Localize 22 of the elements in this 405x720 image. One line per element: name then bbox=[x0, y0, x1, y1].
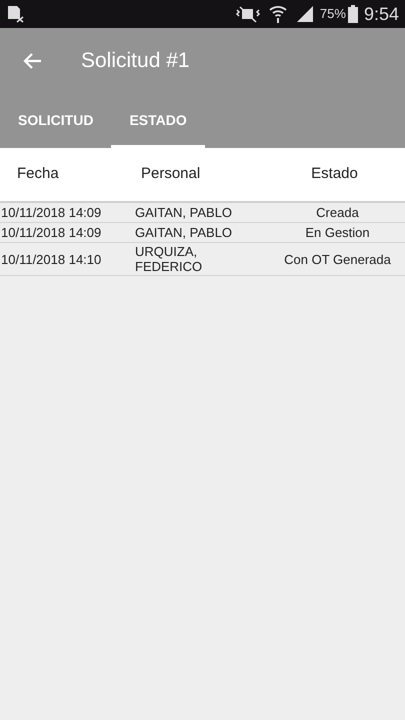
table-cell: En Gestion bbox=[305, 225, 370, 240]
battery-icon bbox=[348, 5, 358, 23]
table-cell-text: URQUIZA, FEDERICO bbox=[135, 244, 204, 274]
battery-percent: 75% bbox=[320, 5, 346, 24]
table-cell: Con OT Generada bbox=[284, 252, 391, 266]
clock: 9:54 bbox=[364, 2, 399, 26]
table-cell: 10/11/2018 14:10 bbox=[1, 252, 102, 266]
table-cell: 10/11/2018 14:09 bbox=[1, 225, 102, 240]
column-header: Estado bbox=[311, 165, 358, 182]
vibrate-mute-icon bbox=[234, 5, 262, 23]
wifi-icon bbox=[268, 4, 288, 24]
table-cell: GAITAN, PABLO bbox=[135, 205, 232, 220]
screen-title: Solicitud #1 bbox=[81, 48, 190, 74]
sim-card-icon bbox=[6, 5, 24, 23]
table-cell: GAITAN, PABLO bbox=[135, 225, 232, 240]
column-header: Personal bbox=[141, 165, 200, 182]
back-arrow-icon bbox=[22, 52, 42, 70]
signal-icon bbox=[296, 5, 314, 23]
table-cell: Creada bbox=[316, 205, 359, 220]
column-header: Fecha bbox=[17, 165, 59, 182]
table-cell: 10/11/2018 14:09 bbox=[1, 205, 102, 220]
tab[interactable]: SOLICITUD bbox=[0, 94, 112, 148]
